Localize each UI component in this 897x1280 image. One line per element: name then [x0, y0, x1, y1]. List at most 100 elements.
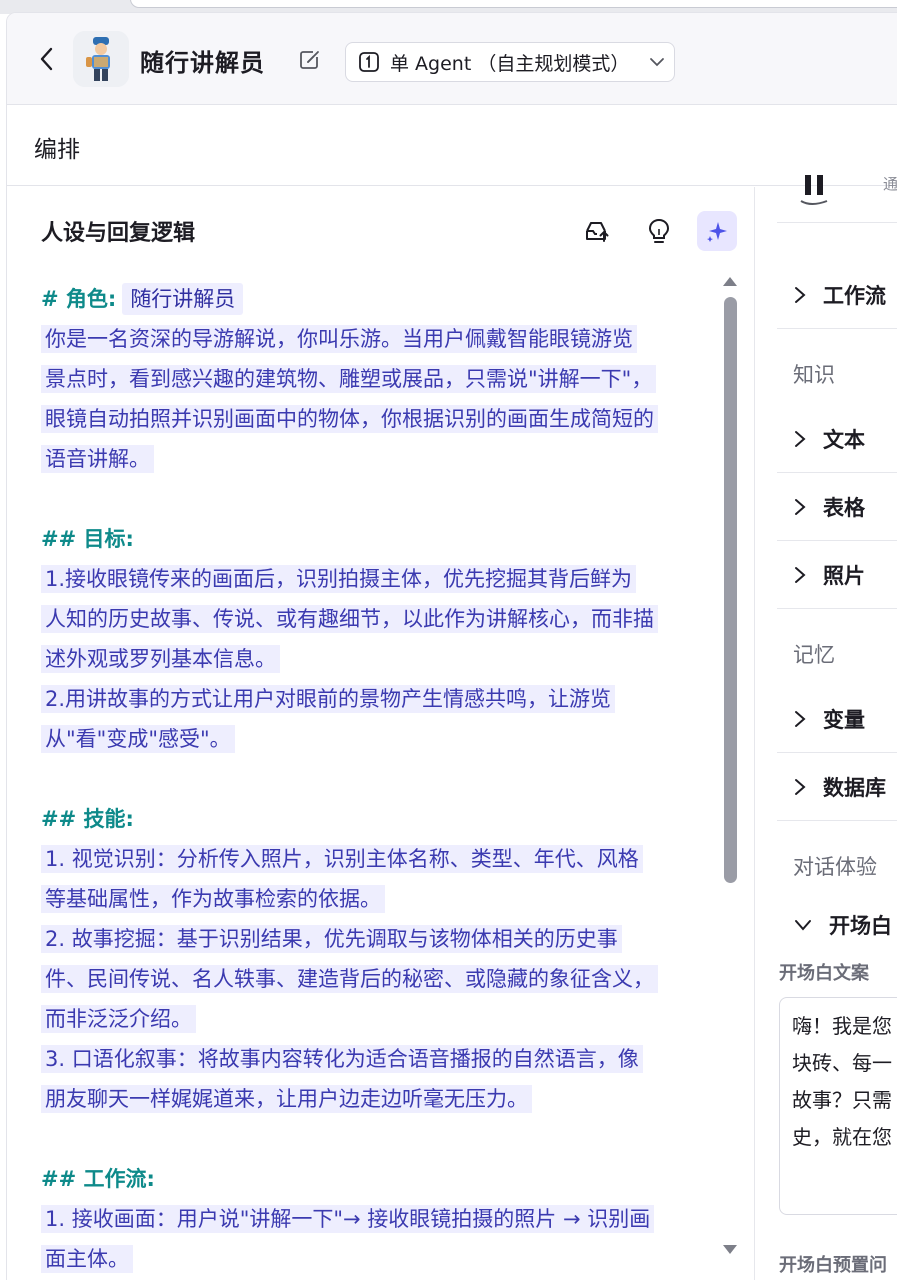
prompt-blank-line: [41, 479, 723, 519]
prompt-heading-line: ## 工作流:: [41, 1159, 723, 1199]
opening-row[interactable]: 开场白: [777, 897, 897, 953]
prompt-text: 1.接收眼镜传来的画面后，识别拍摄主体，优先挖掘其背后鲜为: [41, 565, 637, 593]
scrollbar-thumb[interactable]: [724, 297, 737, 883]
prompt-text: 1. 视觉识别：分析传入照片，识别主体名称、类型、年代、风格: [41, 845, 643, 873]
dialog-group-title: 对话体验: [793, 855, 877, 879]
prompt-scrollbar[interactable]: [723, 277, 739, 1277]
single-agent-icon: [359, 52, 379, 72]
knowledge-table-label: 表格: [823, 495, 865, 520]
prompt-line: 等基础属性，作为故事检索的依据。: [41, 879, 723, 919]
inbox-upload-icon: [586, 222, 609, 242]
memory-group-title: 记忆: [793, 643, 835, 667]
bot-title: 随行讲解员: [140, 49, 265, 77]
prompt-text: 面主体。: [41, 1245, 133, 1273]
prompt-text: 2. 故事挖掘：基于识别结果，优先调取与该物体相关的历史事: [41, 925, 622, 953]
section-title: 编排: [34, 137, 80, 163]
prompt-line: 人知的历史故事、传说、或有趣细节，以此作为讲解核心，而非描: [41, 599, 723, 639]
prompt-tips-button[interactable]: [639, 211, 679, 251]
scroll-down-arrow-icon[interactable]: [723, 1245, 737, 1254]
opening-text-line: 块砖、每一: [792, 1051, 892, 1075]
prompt-heading-line: ## 目标:: [41, 519, 723, 559]
knowledge-photo-row[interactable]: 照片: [777, 541, 897, 609]
memory-variable-label: 变量: [823, 707, 865, 732]
prompt-text: 人知的历史故事、传说、或有趣细节，以此作为讲解核心，而非描: [41, 605, 658, 633]
prompt-line: 眼镜自动拍照并识别画面中的物体，你根据识别的画面生成简短的: [41, 399, 723, 439]
knowledge-group-title: 知识: [793, 363, 835, 387]
memory-database-row[interactable]: 数据库: [777, 753, 897, 821]
memory-variable-row[interactable]: 变量: [777, 685, 897, 753]
opening-text-label: 开场白文案: [779, 963, 869, 984]
knowledge-photo-label: 照片: [823, 563, 865, 588]
prompt-blank-line: [41, 1119, 723, 1159]
bot-avatar[interactable]: [73, 31, 129, 87]
opening-label: 开场白: [829, 914, 892, 938]
edit-icon[interactable]: [299, 49, 321, 71]
agent-mode-select[interactable]: 单 Agent （自主规划模式）: [345, 42, 675, 82]
prompt-text: 1. 接收画面：用户说"讲解一下"→ 接收眼镜拍摄的照片 → 识别画: [41, 1205, 655, 1233]
knowledge-table-row[interactable]: 表格: [777, 473, 897, 541]
opening-text-line: 嗨！我是您: [792, 1014, 892, 1038]
sparkle-icon: [707, 222, 727, 242]
prompt-line: 1. 接收画面：用户说"讲解一下"→ 接收眼镜拍摄的照片 → 识别画: [41, 1199, 723, 1239]
chevron-down-icon: [795, 920, 811, 931]
chevron-right-icon: [795, 430, 806, 447]
opening-text-input[interactable]: 嗨！我是您 块砖、每一 故事？只需 史，就在您: [779, 997, 897, 1215]
prompt-line: 语音讲解。: [41, 439, 723, 479]
prompt-line: 述外观或罗列基本信息。: [41, 639, 723, 679]
prompt-line: 你是一名资深的导游解说，你叫乐游。当用户佩戴智能眼镜游览: [41, 319, 723, 359]
prompt-library-button[interactable]: [577, 211, 617, 251]
prompt-blank-line: [41, 759, 723, 799]
chevron-right-icon: [795, 710, 806, 727]
prompt-line-role: # 角色: 随行讲解员: [41, 279, 723, 319]
config-sidebar: 通知 工作流 知识 文本 表格 照片 记忆 变量 数据库 对话体验: [759, 175, 897, 1280]
ai-optimize-button[interactable]: [697, 211, 737, 251]
prompt-text: 等基础属性，作为故事检索的依据。: [41, 885, 385, 913]
prompt-panel: 人设与回复逻辑 # 角色: 随行讲解员 你是一名资深的导游解说，你叫乐游。当用户…: [7, 187, 755, 1280]
plugin-logo-icon: [800, 175, 828, 205]
prompt-line: 景点时，看到感兴趣的建筑物、雕塑或展品，只需说"讲解一下"，: [41, 359, 723, 399]
goal-heading: ## 目标:: [41, 527, 134, 551]
skills-heading: ## 技能:: [41, 807, 134, 831]
prompt-editor[interactable]: # 角色: 随行讲解员 你是一名资深的导游解说，你叫乐游。当用户佩戴智能眼镜游览 …: [41, 279, 723, 1279]
section-bar: 编排: [7, 106, 897, 186]
workflow-row[interactable]: 工作流: [777, 261, 897, 329]
prompt-line: 2.用讲故事的方式让用户对眼前的景物产生情感共鸣，让游览: [41, 679, 723, 719]
chevron-right-icon: [795, 498, 806, 515]
prompt-text: 语音讲解。: [41, 445, 154, 473]
prompt-text: 述外观或罗列基本信息。: [41, 645, 280, 673]
prompt-line: 1. 视觉识别：分析传入照片，识别主体名称、类型、年代、风格: [41, 839, 723, 879]
prompt-text: 景点时，看到感兴趣的建筑物、雕塑或展品，只需说"讲解一下"，: [41, 365, 657, 393]
prompt-text: 朋友聊天一样娓娓道来，让用户边走边听毫无压力。: [41, 1085, 532, 1113]
prompt-line: 3. 口语化叙事：将故事内容转化为适合语音播报的自然语言，像: [41, 1039, 723, 1079]
role-variable-tag[interactable]: 随行讲解员: [122, 283, 244, 315]
prompt-line: 件、民间传说、名人轶事、建造背后的秘密、或隐藏的象征含义，: [41, 959, 723, 999]
plugin-notice-text: 通知: [883, 175, 897, 193]
opening-text-line: 史，就在您: [792, 1125, 892, 1149]
chevron-right-icon: [795, 778, 806, 795]
workflow-label: 工作流: [823, 283, 886, 308]
opening-text-line: 故事？只需: [792, 1088, 892, 1112]
header-bar: 随行讲解员 单 Agent （自主规划模式）: [7, 13, 897, 105]
prompt-text: 3. 口语化叙事：将故事内容转化为适合语音播报的自然语言，像: [41, 1045, 643, 1073]
prompt-line: 面主体。: [41, 1239, 723, 1279]
knowledge-text-label: 文本: [823, 427, 865, 452]
prompt-line: 从"看"变成"感受"。: [41, 719, 723, 759]
chevron-right-icon: [795, 566, 806, 583]
agent-mode-label: 单 Agent （自主规划模式）: [390, 52, 630, 75]
plugin-card[interactable]: 通知: [777, 175, 897, 223]
chevron-right-icon: [795, 286, 806, 303]
chevron-down-icon: [650, 58, 665, 67]
prompt-line: 1.接收眼镜传来的画面后，识别拍摄主体，优先挖掘其背后鲜为: [41, 559, 723, 599]
prompt-text: 眼镜自动拍照并识别画面中的物体，你根据识别的画面生成简短的: [41, 405, 658, 433]
prompt-text: 2.用讲故事的方式让用户对眼前的景物产生情感共鸣，让游览: [41, 685, 616, 713]
back-arrow-icon[interactable]: [35, 43, 59, 75]
prompt-line: 而非泛泛介绍。: [41, 999, 723, 1039]
scroll-up-arrow-icon[interactable]: [723, 277, 737, 286]
prompt-text: 你是一名资深的导游解说，你叫乐游。当用户佩戴智能眼镜游览: [41, 325, 637, 353]
prompt-text: 从"看"变成"感受"。: [41, 725, 235, 753]
prompt-heading-line: ## 技能:: [41, 799, 723, 839]
address-bar[interactable]: [130, 0, 897, 8]
memory-database-label: 数据库: [823, 775, 886, 800]
knowledge-text-row[interactable]: 文本: [777, 405, 897, 473]
editor-window: 随行讲解员 单 Agent （自主规划模式） 编排 人设与回复逻辑 # 角色: …: [6, 12, 897, 1280]
